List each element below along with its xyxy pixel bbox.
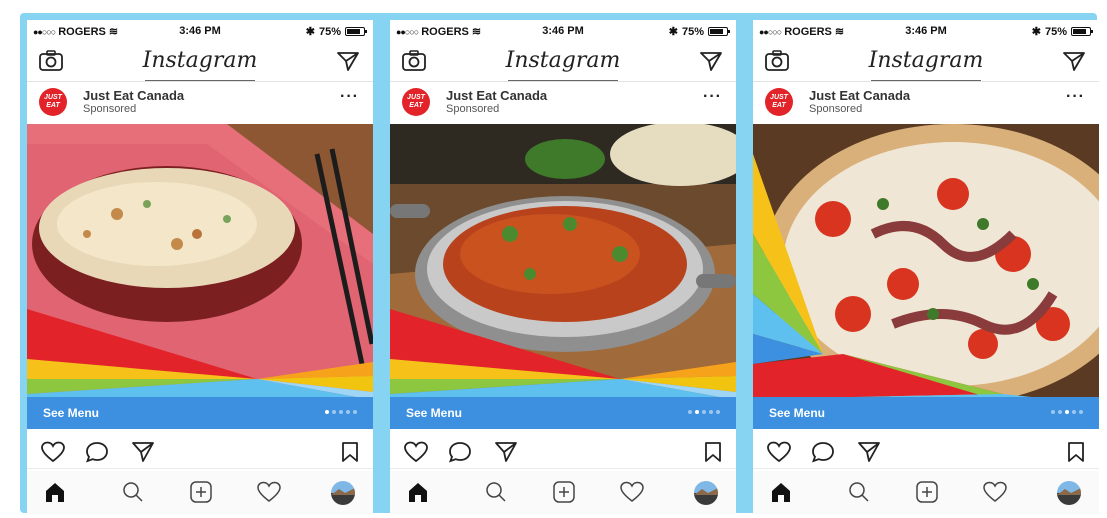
search-icon[interactable] [847, 481, 871, 508]
sponsored-label: Sponsored [446, 103, 500, 115]
phone-screen-1: ●●○○○ ROGERS ≋ 3:46 PM ✱ 75% Instagram JUST… [27, 20, 373, 514]
activity-heart-icon[interactable] [983, 481, 1007, 508]
status-bar: ●●○○○ ROGERS ≋ 3:46 PM ✱ 75% [753, 20, 1099, 42]
brand-avatar[interactable]: JUST EAT [402, 88, 430, 116]
profile-avatar[interactable] [331, 481, 355, 505]
send-icon[interactable] [1063, 51, 1085, 76]
app-header: Instagram [27, 42, 373, 82]
bluetooth-icon: ✱ [305, 26, 315, 38]
battery-percent: 75% [681, 25, 704, 38]
share-icon[interactable] [857, 441, 881, 468]
post-photo-pizza[interactable] [753, 124, 1099, 426]
brand-avatar[interactable]: JUST EAT [39, 88, 67, 116]
tab-bar [390, 471, 736, 514]
phone-screen-3: ●●○○○ ROGERS ≋ 3:46 PM ✱ 75% Instagram JUST… [753, 20, 1099, 514]
app-header: Instagram [753, 42, 1099, 82]
share-icon[interactable] [494, 441, 518, 468]
comment-icon[interactable] [85, 441, 109, 468]
more-options-button[interactable]: ··· [1066, 88, 1085, 106]
tab-bar [753, 471, 1099, 514]
send-icon[interactable] [337, 51, 359, 76]
bluetooth-icon: ✱ [668, 26, 678, 38]
see-menu-bar[interactable]: See Menu [390, 397, 736, 429]
carousel-indicator [325, 410, 357, 414]
brand-name[interactable]: Just Eat Canada [809, 88, 910, 103]
search-icon[interactable] [121, 481, 145, 508]
heart-icon[interactable] [41, 441, 65, 468]
comment-icon[interactable] [811, 441, 835, 468]
status-bar: ●●○○○ ROGERS ≋ 3:46 PM ✱ 75% [27, 20, 373, 42]
add-icon[interactable] [552, 481, 576, 508]
bookmark-icon[interactable] [1067, 441, 1085, 468]
instagram-logo: Instagram [868, 48, 984, 73]
post-photo-rice[interactable] [27, 124, 373, 426]
sponsored-label: Sponsored [83, 103, 137, 115]
send-icon[interactable] [700, 51, 722, 76]
home-icon[interactable] [769, 481, 793, 508]
more-options-button[interactable]: ··· [340, 88, 359, 106]
see-menu-label: See Menu [769, 406, 826, 420]
post-actions [27, 433, 373, 469]
battery-percent: 75% [318, 25, 341, 38]
profile-avatar[interactable] [694, 481, 718, 505]
instagram-logo: Instagram [142, 48, 258, 73]
instagram-logo: Instagram [505, 48, 621, 73]
search-icon[interactable] [484, 481, 508, 508]
sponsored-label: Sponsored [809, 103, 863, 115]
see-menu-label: See Menu [406, 406, 463, 420]
post-actions [390, 433, 736, 469]
heart-icon[interactable] [767, 441, 791, 468]
post-header: JUST EAT Just Eat Canada Sponsored ··· [390, 82, 736, 124]
battery-icon [708, 27, 730, 36]
more-options-button[interactable]: ··· [703, 88, 722, 106]
post-actions [753, 433, 1099, 469]
post-header: JUST EAT Just Eat Canada Sponsored ··· [753, 82, 1099, 124]
post-header: JUST EAT Just Eat Canada Sponsored ··· [27, 82, 373, 124]
phone-screen-2: ●●○○○ ROGERS ≋ 3:46 PM ✱ 75% Instagram JUST… [390, 20, 736, 514]
tab-bar [27, 471, 373, 514]
comment-icon[interactable] [448, 441, 472, 468]
carousel-indicator [688, 410, 720, 414]
add-icon[interactable] [189, 481, 213, 508]
add-icon[interactable] [915, 481, 939, 508]
home-icon[interactable] [43, 481, 67, 508]
brand-avatar[interactable]: JUST EAT [765, 88, 793, 116]
see-menu-label: See Menu [43, 406, 100, 420]
see-menu-bar[interactable]: See Menu [753, 397, 1099, 429]
status-bar: ●●○○○ ROGERS ≋ 3:46 PM ✱ 75% [390, 20, 736, 42]
battery-percent: 75% [1044, 25, 1067, 38]
heart-icon[interactable] [404, 441, 428, 468]
carousel-indicator [1051, 410, 1083, 414]
bookmark-icon[interactable] [704, 441, 722, 468]
bookmark-icon[interactable] [341, 441, 359, 468]
battery-icon [345, 27, 367, 36]
logo-underline [871, 80, 981, 81]
see-menu-bar[interactable]: See Menu [27, 397, 373, 429]
logo-underline [145, 80, 255, 81]
share-icon[interactable] [131, 441, 155, 468]
battery-icon [1071, 27, 1093, 36]
bluetooth-icon: ✱ [1031, 26, 1041, 38]
activity-heart-icon[interactable] [620, 481, 644, 508]
brand-name[interactable]: Just Eat Canada [446, 88, 547, 103]
app-header: Instagram [390, 42, 736, 82]
profile-avatar[interactable] [1057, 481, 1081, 505]
post-photo-curry[interactable] [390, 124, 736, 426]
brand-name[interactable]: Just Eat Canada [83, 88, 184, 103]
logo-underline [508, 80, 618, 81]
activity-heart-icon[interactable] [257, 481, 281, 508]
home-icon[interactable] [406, 481, 430, 508]
